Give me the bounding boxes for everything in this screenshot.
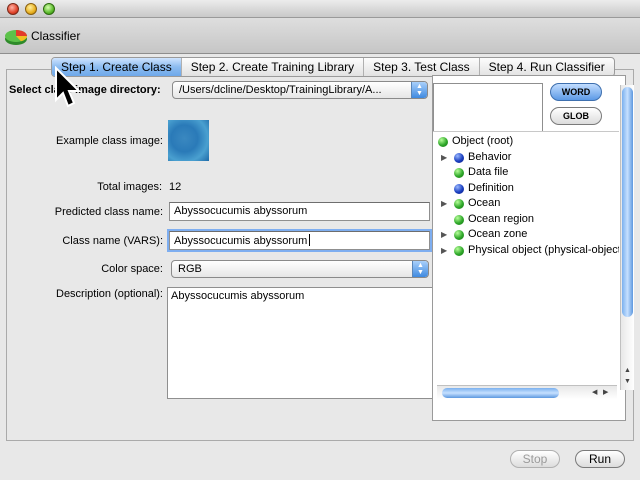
- blue-node-icon: [454, 183, 464, 194]
- text-caret: [309, 234, 311, 246]
- tree-node[interactable]: Data file: [433, 166, 619, 181]
- stop-button[interactable]: Stop: [510, 450, 560, 468]
- tab-run-classifier[interactable]: Step 4. Run Classifier: [480, 58, 614, 76]
- scroll-up-icon[interactable]: ▲: [624, 367, 631, 374]
- green-node-icon: [438, 137, 448, 147]
- tab-bar: Step 1. Create Class Step 2. Create Trai…: [51, 57, 615, 77]
- color-space-label: Color space:: [101, 263, 163, 275]
- class-name-label: Class name (VARS):: [62, 235, 163, 247]
- tree-node-label: Object (root): [452, 135, 514, 147]
- directory-select[interactable]: /Users/dcline/Desktop/TrainingLibrary/A.…: [172, 81, 428, 99]
- description-textarea[interactable]: Abyssocucumis abyssorum: [167, 287, 433, 399]
- tree-horizontal-scrollbar[interactable]: ◀ ▶: [437, 385, 617, 399]
- zoom-window-button[interactable]: [43, 3, 55, 15]
- close-window-button[interactable]: [7, 3, 19, 15]
- minimize-window-button[interactable]: [25, 3, 37, 15]
- color-space-select[interactable]: RGB ▲ ▼: [171, 260, 429, 278]
- tree-node-label: Ocean region: [468, 212, 535, 225]
- tree-node[interactable]: ▶ Physical object (physical-object: [433, 244, 619, 259]
- tree-node[interactable]: ▶ Ocean: [433, 197, 619, 212]
- scroll-left-icon[interactable]: ◀: [592, 388, 597, 396]
- search-input[interactable]: [433, 83, 543, 133]
- tree-node-label: Ocean zone: [468, 228, 528, 240]
- popup-arrows-icon: ▲ ▼: [412, 261, 428, 277]
- disclosure-triangle-icon[interactable]: ▶: [441, 199, 447, 208]
- tab-create-training-library[interactable]: Step 2. Create Training Library: [182, 58, 365, 76]
- pie-chart-icon: [5, 30, 27, 45]
- popup-arrows-icon: ▲ ▼: [411, 82, 427, 98]
- example-class-image: [168, 120, 209, 161]
- disclosure-triangle-icon[interactable]: ▶: [441, 246, 447, 255]
- tree-node[interactable]: Ocean region: [433, 213, 619, 228]
- green-node-icon: [454, 214, 464, 225]
- blue-node-icon: [454, 152, 464, 163]
- tree-node-label: Physical object (physical-object: [468, 243, 619, 256]
- horizontal-scroll-thumb[interactable]: [442, 388, 559, 398]
- directory-label: Select class image directory:: [9, 84, 161, 96]
- vertical-scroll-thumb[interactable]: [622, 87, 633, 317]
- tree-node[interactable]: Definition: [433, 182, 619, 197]
- tree-node-label: Data file: [468, 166, 509, 178]
- tree-vertical-scrollbar[interactable]: ▲ ▼: [620, 85, 634, 390]
- app-title: Classifier: [31, 29, 81, 43]
- toolbar: Classifier: [0, 18, 640, 54]
- example-image-label: Example class image:: [56, 135, 163, 147]
- word-search-button[interactable]: WORD: [550, 83, 602, 101]
- tree-node[interactable]: ▶ Behavior: [433, 151, 619, 166]
- predicted-class-label: Predicted class name:: [54, 206, 163, 218]
- scroll-down-icon[interactable]: ▼: [624, 378, 631, 385]
- total-images-value: 12: [169, 181, 182, 193]
- green-node-icon: [454, 245, 464, 256]
- green-node-icon: [454, 230, 464, 240]
- disclosure-triangle-icon[interactable]: ▶: [441, 230, 447, 239]
- class-name-value: Abyssocucumis abyssorum: [174, 235, 308, 247]
- tree-node[interactable]: Object (root): [433, 135, 619, 150]
- mouse-cursor-icon: [55, 66, 82, 108]
- glob-search-button[interactable]: GLOB: [550, 107, 602, 125]
- run-button[interactable]: Run: [575, 450, 625, 468]
- tab-test-class[interactable]: Step 3. Test Class: [364, 58, 480, 76]
- tree-node-label: Behavior: [468, 150, 512, 163]
- description-label: Description (optional):: [56, 288, 163, 300]
- scroll-right-icon[interactable]: ▶: [603, 388, 608, 396]
- green-node-icon: [454, 199, 464, 209]
- tree-node-label: Definition: [468, 181, 514, 194]
- color-space-value: RGB: [178, 263, 202, 275]
- predicted-class-field[interactable]: Abyssocucumis abyssorum: [169, 202, 430, 221]
- main-content: Step 1. Create Class Step 2. Create Trai…: [0, 55, 640, 480]
- window-title-bar[interactable]: [0, 0, 640, 18]
- total-images-label: Total images:: [97, 181, 162, 193]
- green-node-icon: [454, 168, 464, 178]
- class-name-input[interactable]: Abyssocucumis abyssorum: [169, 231, 430, 250]
- disclosure-triangle-icon[interactable]: ▶: [441, 153, 447, 162]
- concept-tree: Object (root) ▶ Behavior Data file Definitio…: [433, 131, 619, 386]
- directory-value: /Users/dcline/Desktop/TrainingLibrary/A.…: [179, 84, 382, 96]
- tree-node-label: Ocean: [468, 197, 501, 209]
- tree-node[interactable]: ▶ Ocean zone: [433, 228, 619, 243]
